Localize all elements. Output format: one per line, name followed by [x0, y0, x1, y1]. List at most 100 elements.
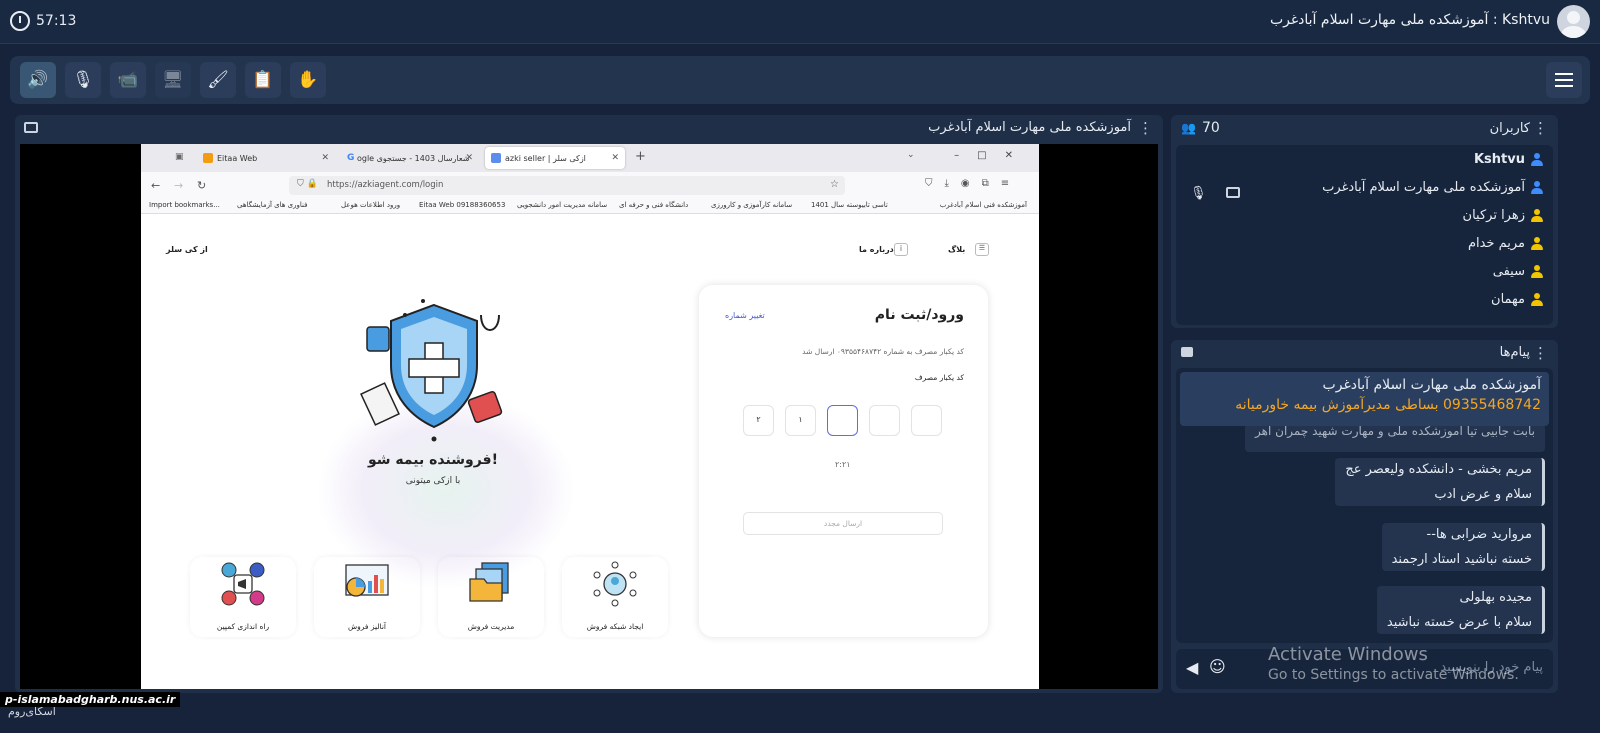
hero-title: فروشنده بیمه شو! [368, 452, 498, 468]
bookmark-item: دانشگاه فنی و حرفه ای [619, 201, 689, 209]
campaign-icon [221, 562, 265, 606]
otp-label: کد یکبار مصرف [914, 373, 964, 382]
message-item: مجیده بهلولی سلام با عرض خسته نباشید [1376, 586, 1545, 634]
messages-panel: پیام‌ها ⋮ بابت جابیی تیا آموزشکده ملی و … [1171, 340, 1558, 693]
message-text: سلام با عرض خسته نباشید [1386, 615, 1532, 630]
otp-box [827, 405, 858, 436]
feature-card: ایجاد شبکه فروش [562, 557, 668, 637]
user-item[interactable]: مریم خدام [1468, 236, 1543, 251]
user-item[interactable]: سیفی [1493, 264, 1543, 279]
feature-card: مدیریت فروش [438, 557, 544, 637]
user-item[interactable]: آموزشکده ملی مهارت اسلام آبادغرب [1322, 180, 1543, 195]
blog-icon: ☰ [975, 243, 989, 256]
bookmarks-bar: Import bookmarks... فناوری های آزمایشگاه… [141, 198, 1039, 214]
browser-tab-row: ▣ Eitaa Web✕ Gشعارسال 1403 - جستجوی Goog… [141, 144, 1039, 172]
message-sender: مریم بخشی - دانشکده ولیعصر عج [1345, 462, 1532, 477]
toolbar: 🔊 🎙 📹 🖥 🖌 📋 ✋ [10, 56, 1590, 104]
speaker-icon: 🔊 [27, 70, 49, 90]
send-icon[interactable]: ◀ [1186, 658, 1198, 677]
message-sender: مجیده بهلولی [1459, 590, 1532, 605]
stage-title: آموزشکده ملی مهارت اسلام آبادغرب [928, 120, 1131, 135]
site-nav-about: درباره ما [859, 245, 894, 254]
shared-screen: ▣ Eitaa Web✕ Gشعارسال 1403 - جستجوی Goog… [20, 144, 1158, 689]
window-controls: –□✕ [954, 150, 1031, 161]
chevron-down-icon: ⌄ [907, 150, 915, 160]
menu-button[interactable] [1546, 62, 1582, 98]
folders-icon [469, 562, 509, 602]
mic-off-button[interactable]: 🎙 [65, 62, 101, 98]
screen-share-icon[interactable] [1226, 187, 1240, 198]
avatar[interactable] [1557, 5, 1590, 38]
brush-icon: 🖌 [207, 70, 229, 90]
screen-share-icon[interactable] [24, 122, 38, 133]
mic-icon[interactable]: 🎙 [1190, 186, 1207, 201]
browser-tab-active: ازکی سلر | azki seller ✕ [485, 147, 625, 169]
network-icon [593, 561, 637, 607]
bookmark-item: سامانه کارآموزی و کارورزی [711, 201, 793, 209]
users-icon: 👥 [1181, 121, 1196, 135]
speaker-button[interactable]: 🔊 [20, 62, 56, 98]
files-button[interactable]: 📋 [245, 62, 281, 98]
info-icon: i [894, 243, 908, 256]
watermark-line: Go to Settings to activate Windows. [1268, 667, 1519, 683]
otp-sent-message: کد یکبار مصرف به شماره ۰۹۳۵۵۴۶۸۷۴۲ ارسال… [802, 347, 964, 356]
back-icon: ← [151, 179, 161, 192]
camera-off-icon: 📹 [117, 70, 139, 90]
feature-label: مدیریت فروش [467, 622, 515, 631]
user-icon [1531, 237, 1543, 250]
feature-label: ایجاد شبکه فروش [586, 622, 644, 631]
clock-icon [10, 11, 30, 31]
users-panel: 👥 70 کاربران ⋮ Kshtvu آموزشکده ملی مهارت … [1171, 115, 1558, 328]
whiteboard-button[interactable]: 🖌 [200, 62, 236, 98]
analytics-icon [345, 564, 389, 597]
emoji-icon[interactable]: ☺ [1209, 657, 1226, 676]
insurance-shield-illustration [360, 299, 503, 442]
feature-card: راه اندازی کمپین [190, 557, 296, 637]
bookmark-item: تاسی تابیوسته سال 1401 [811, 201, 888, 209]
url-bar: ⛉ 🔒 https://azkiagent.com/login ☆ [289, 176, 845, 195]
reload-icon: ↻ [197, 179, 207, 192]
message-item: مروارید ضرابی ها-- خسته نباشید استاد ارجم… [1381, 523, 1545, 571]
new-tab-icon: + [635, 149, 646, 164]
otp-box [911, 405, 942, 436]
otp-box [869, 405, 900, 436]
login-title: ورود/ثبت نام [874, 307, 964, 323]
user-icon [1531, 181, 1543, 194]
user-item[interactable]: زهرا ترکیان [1463, 208, 1543, 223]
feature-label: راه اندازی کمپین [216, 622, 270, 631]
watermark-line: Activate Windows [1268, 644, 1428, 665]
site-domain: p-islamabadgharb.nus.ac.ir [0, 692, 181, 707]
users-options-icon[interactable]: ⋮ [1533, 119, 1548, 137]
browser-toolbar-icons: ⛉⤓◉⧉≡ [925, 178, 1022, 189]
users-count: 👥 70 [1181, 120, 1220, 136]
users-header: 👥 70 کاربران ⋮ [1171, 115, 1558, 143]
login-card: ورود/ثبت نام تغییر شماره کد یکبار مصرف ب… [699, 285, 988, 637]
share-screen-button[interactable]: 🖥 [155, 62, 191, 98]
user-item[interactable]: مهمان [1491, 292, 1543, 307]
user-icon [1531, 153, 1543, 166]
session-timer: 57:13 [10, 11, 76, 31]
messages-title: پیام‌ها [1499, 345, 1530, 360]
otp-box: ۲ [743, 405, 774, 436]
bookmark-item: Eitaa Web 09188360653 [419, 201, 506, 209]
message-item: مریم بخشی - دانشکده ولیعصر عج سلام و عرض … [1335, 458, 1545, 506]
bookmark-item: سامانه مدیریت امور دانشجویی [517, 201, 608, 209]
otp-countdown: ۲:۲۱ [835, 460, 851, 469]
resend-button: ارسال مجدد [743, 512, 943, 535]
browser-url-row: ← → ↻ ⛉ 🔒 https://azkiagent.com/login ☆ ⛉⤓… [141, 172, 1039, 198]
camera-off-button[interactable]: 📹 [110, 62, 146, 98]
site-brand: از کی سلر [166, 245, 208, 254]
tab-manager-icon: ▣ [175, 152, 184, 162]
site-nav-blog: بلاگ [948, 245, 966, 254]
messages-options-icon[interactable]: ⋮ [1533, 344, 1548, 362]
feature-label: آنالیز فروش [347, 622, 387, 631]
raise-hand-button[interactable]: ✋ [290, 62, 326, 98]
message-text: خسته نباشید استاد ارجمند [1391, 552, 1532, 567]
bookmark-item: آموزشکده فنی اسلام آبادغرب [939, 201, 1027, 209]
azki-login-page: بلاگ ☰ درباره ما i از کی سلر فروشنده بیم… [141, 215, 1039, 689]
timer-text: 57:13 [36, 13, 77, 29]
pinned-sender: آموزشکده ملی مهارت اسلام آبادغرب [1322, 377, 1541, 393]
message-sender: مروارید ضرابی ها-- [1426, 527, 1533, 542]
user-item[interactable]: Kshtvu [1474, 152, 1543, 167]
stage-options-icon[interactable]: ⋮ [1138, 119, 1153, 137]
